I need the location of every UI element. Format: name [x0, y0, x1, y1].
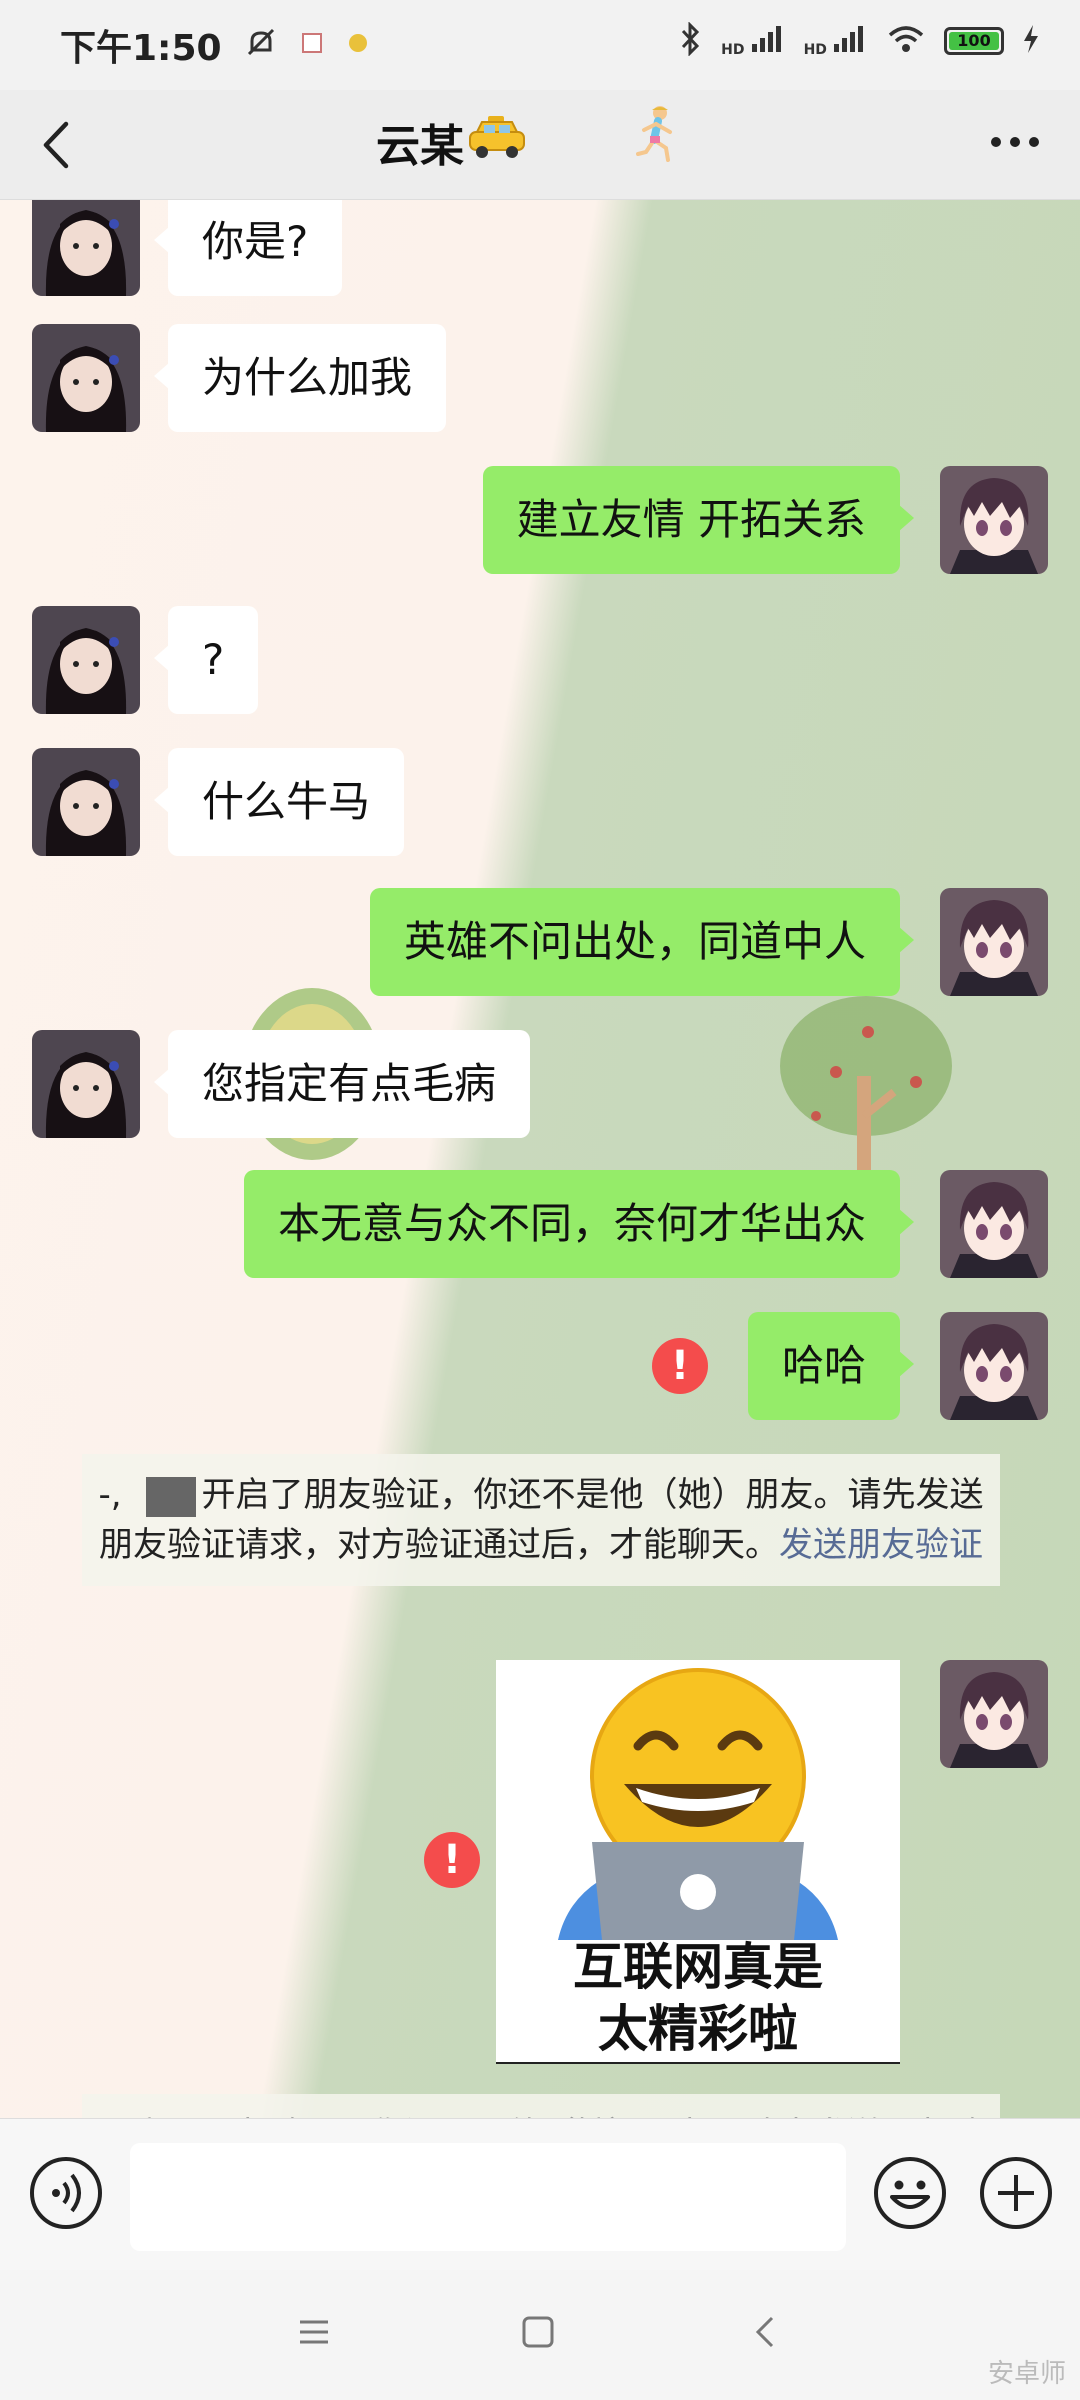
more-options-button[interactable] — [990, 134, 1040, 153]
contact-avatar[interactable] — [32, 748, 140, 856]
sticker-message[interactable]: 互联网真是 太精彩啦 — [496, 1660, 900, 2064]
my-avatar[interactable] — [940, 1660, 1048, 1768]
chat-header: 云某 — [0, 90, 1080, 200]
menu-button[interactable] — [296, 2314, 332, 2354]
laughing-emoji-laptop-icon — [558, 1668, 838, 1940]
system-back-button[interactable] — [748, 2314, 784, 2354]
contact-avatar[interactable] — [32, 200, 140, 296]
chat-message-list[interactable]: 你是? 为什么加我 建立友情 开拓关系 ? 什么牛马 英雄不问出处，同道中人 您… — [0, 200, 1080, 2120]
back-button[interactable] — [34, 118, 84, 172]
outgoing-message[interactable]: 英雄不问出处，同道中人 — [369, 888, 915, 996]
redacted-name: -, — [98, 1475, 122, 1515]
signal-icon: HD — [721, 24, 785, 58]
taxi-emoji-icon — [466, 112, 528, 166]
contact-avatar[interactable] — [32, 606, 140, 714]
watermark: 安卓师 — [987, 2359, 1066, 2389]
runner-emoji-icon — [630, 104, 686, 168]
incoming-message[interactable]: 您指定有点毛病 — [153, 1030, 531, 1138]
send-verification-link[interactable]: 发送朋友验证 — [779, 1525, 983, 1565]
signal-icon: HD — [804, 24, 868, 58]
wifi-icon — [886, 23, 926, 59]
send-failed-icon[interactable]: ! — [652, 1338, 708, 1394]
wallpaper-tree-icon — [780, 996, 952, 1196]
incoming-message[interactable]: 为什么加我 — [153, 324, 447, 432]
contact-avatar[interactable] — [32, 1030, 140, 1138]
voice-input-button[interactable] — [28, 2155, 104, 2235]
redacted-name-block — [145, 1476, 196, 1517]
chat-title: 云某 — [376, 121, 464, 172]
my-avatar[interactable] — [940, 1170, 1048, 1278]
more-functions-button[interactable] — [978, 2155, 1054, 2235]
bluetooth-icon — [677, 21, 703, 60]
app-notification-icon — [346, 31, 370, 59]
friend-verification-notice: -, 开启了朋友验证，你还不是他（她）朋友。请先发送朋友验证请求，对方验证通过后，… — [82, 1454, 1000, 1586]
incoming-message[interactable]: 什么牛马 — [153, 748, 405, 856]
sticker-caption: 互联网真是 太精彩啦 — [573, 1938, 823, 2058]
status-bar: 下午1:50 HD HD 100 — [0, 0, 1080, 90]
bell-muted-icon — [244, 26, 278, 64]
incoming-message[interactable]: 你是? — [153, 200, 343, 296]
home-button[interactable] — [520, 2314, 556, 2354]
outgoing-message[interactable]: 本无意与众不同，奈何才华出众 — [243, 1170, 915, 1278]
incoming-message[interactable]: ? — [153, 606, 259, 714]
app-notification-icon — [300, 31, 324, 59]
my-avatar[interactable] — [940, 1312, 1048, 1420]
chat-input-bar — [0, 2118, 1080, 2271]
system-navigation-bar: 安卓师 — [0, 2270, 1080, 2400]
status-time: 下午1:50 — [60, 28, 222, 69]
send-failed-icon[interactable]: ! — [424, 1832, 480, 1888]
emoji-button[interactable] — [872, 2155, 948, 2235]
contact-avatar[interactable] — [32, 324, 140, 432]
battery-icon: 100 — [944, 27, 1004, 55]
friend-verification-notice: 开启了朋友验证，你还不是他（她）朋友。请先发送朋友验证请求，对方验证通过后，才能… — [82, 2094, 1000, 2120]
message-input[interactable] — [130, 2143, 846, 2251]
charging-icon — [1022, 24, 1040, 58]
outgoing-message[interactable]: 哈哈 — [747, 1312, 915, 1420]
my-avatar[interactable] — [940, 466, 1048, 574]
my-avatar[interactable] — [940, 888, 1048, 996]
outgoing-message[interactable]: 建立友情 开拓关系 — [482, 466, 915, 574]
